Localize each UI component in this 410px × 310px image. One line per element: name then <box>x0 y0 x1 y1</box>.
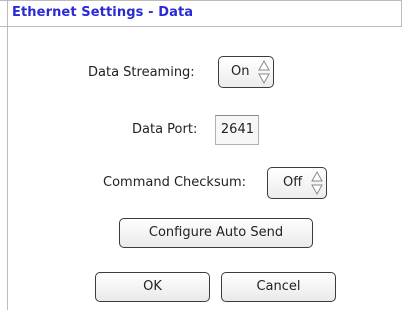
data-port-field[interactable]: 2641 <box>215 115 259 145</box>
command-checksum-spinner[interactable]: Off <box>267 167 327 199</box>
data-port-label: Data Port: <box>132 122 198 137</box>
configure-auto-send-button[interactable]: Configure Auto Send <box>119 218 313 248</box>
command-checksum-value: Off <box>283 175 303 190</box>
ok-button[interactable]: OK <box>95 272 210 302</box>
cancel-button[interactable]: Cancel <box>221 272 336 302</box>
command-checksum-label: Command Checksum: <box>103 175 246 190</box>
up-down-arrows-icon[interactable] <box>311 170 323 196</box>
ethernet-settings-dialog: Ethernet Settings - Data Data Streaming:… <box>0 0 410 310</box>
data-streaming-spinner[interactable]: On <box>218 56 274 88</box>
data-streaming-value: On <box>231 64 250 79</box>
data-streaming-label: Data Streaming: <box>88 65 195 80</box>
data-port-value: 2641 <box>220 122 254 137</box>
dialog-title: Ethernet Settings - Data <box>12 5 194 20</box>
up-down-arrows-icon[interactable] <box>258 59 270 85</box>
dialog-left-border <box>7 0 8 310</box>
title-bar: Ethernet Settings - Data <box>0 0 402 27</box>
